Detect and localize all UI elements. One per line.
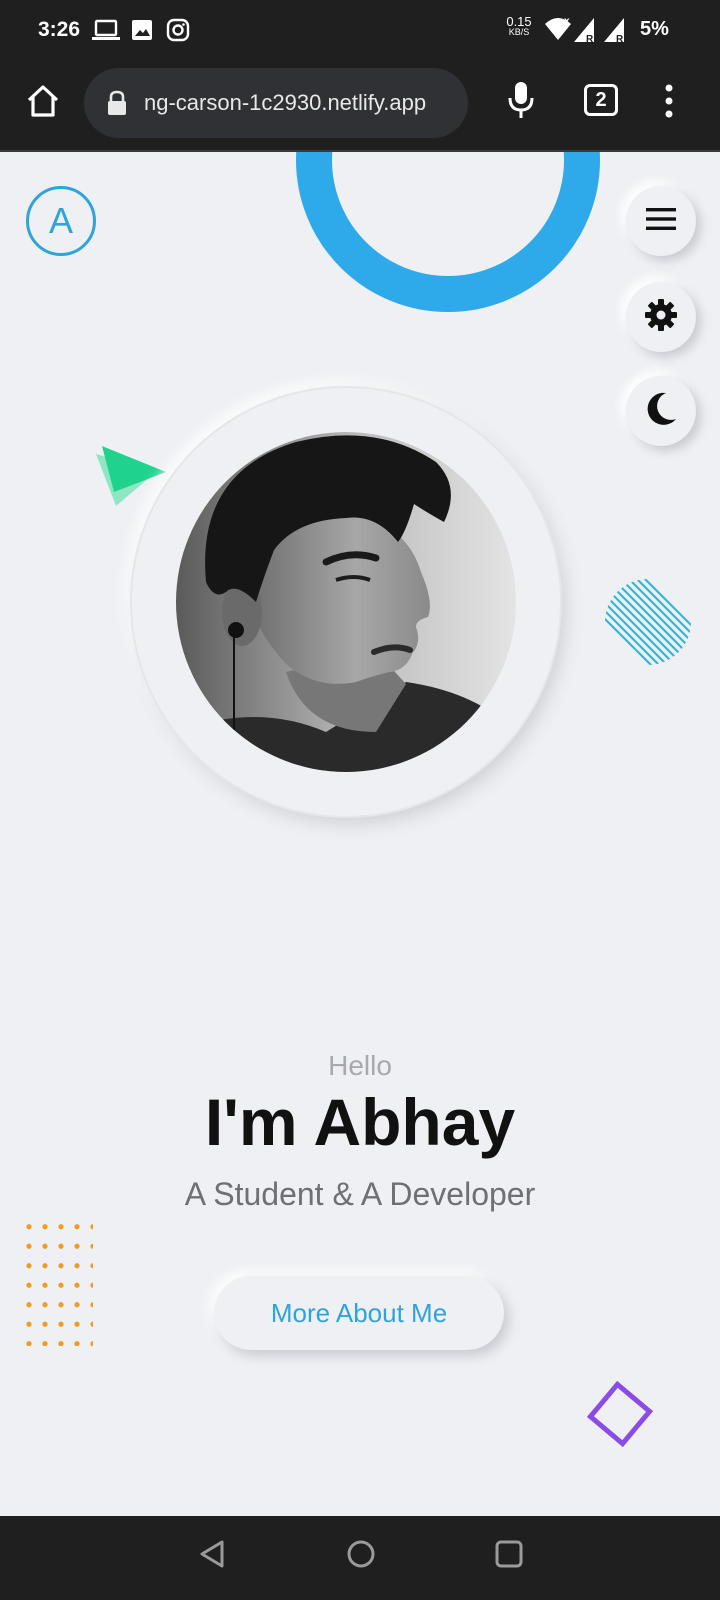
home-circle-icon[interactable] [346,1538,376,1575]
home-icon[interactable] [24,82,62,125]
status-bar: 3:26 0.15 KB/S x R R 5% [0,0,720,62]
theme-toggle-button[interactable] [626,376,696,446]
site-logo[interactable]: A [26,186,96,256]
network-speed-value: 0.15 [506,14,532,29]
cell-signal-icon: R [602,16,628,49]
hero-name: I'm Abhay [204,1085,516,1159]
svg-text:x: x [564,16,570,27]
svg-text:R: R [616,34,624,44]
more-vert-icon[interactable] [664,84,674,123]
hero-tagline: A Student & A Developer [184,1176,536,1212]
cell-signal-icon: R [572,16,598,49]
svg-text:R: R [586,34,594,44]
image-icon [130,18,154,47]
tab-switcher-button[interactable]: 2 [584,84,618,116]
menu-button[interactable] [626,186,696,256]
profile-photo [176,432,516,772]
moon-icon [644,391,678,432]
gear-icon [644,298,678,337]
decorative-dots [25,1222,93,1346]
settings-button[interactable] [626,282,696,352]
wifi-icon: x [544,16,572,47]
instagram-icon [166,18,190,47]
battery-level: 5% [640,18,669,40]
recents-icon[interactable] [494,1538,524,1575]
system-nav-bar [0,1516,720,1600]
hamburger-icon [646,207,676,236]
address-bar[interactable]: ng-carson-1c2930.netlify.app [84,68,468,138]
decorative-diamond [582,1376,658,1457]
portfolio-page: A Hello I'm Abhay A Student & A Develope… [0,152,720,1516]
laptop-icon [92,18,120,47]
more-about-me-button[interactable]: More About Me [214,1276,504,1350]
profile-photo-frame [132,388,560,816]
url-text: ng-carson-1c2930.netlify.app [144,90,427,115]
decorative-striped-circle [604,578,692,671]
back-icon[interactable] [198,1538,228,1575]
browser-toolbar: ng-carson-1c2930.netlify.app 2 [0,62,720,152]
lock-icon [106,90,128,121]
logo-letter: A [48,200,73,241]
hero-greeting: Hello [328,1050,392,1081]
network-speed: 0.15 KB/S [504,14,534,38]
mic-icon[interactable] [506,80,536,125]
decorative-ring [296,152,600,312]
status-time: 3:26 [38,18,81,41]
